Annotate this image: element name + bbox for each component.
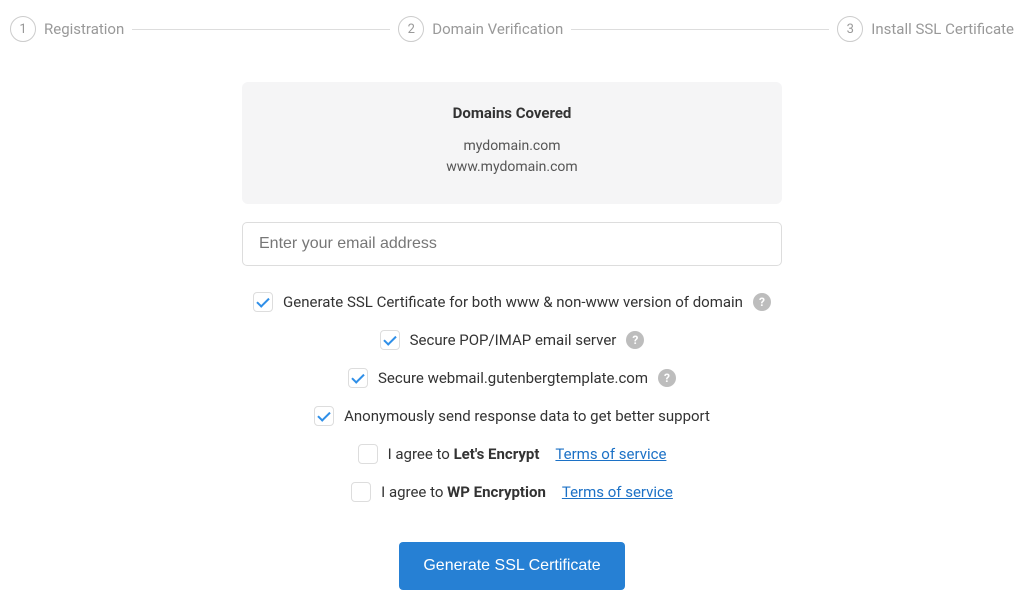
step-label: Install SSL Certificate xyxy=(871,20,1014,38)
checkbox-icon[interactable] xyxy=(351,482,371,502)
option-label: Generate SSL Certificate for both www & … xyxy=(283,293,743,311)
help-icon[interactable]: ? xyxy=(753,293,771,311)
option-label: Secure POP/IMAP email server xyxy=(410,331,617,349)
options-list: Generate SSL Certificate for both www & … xyxy=(242,292,782,502)
option-agree-wpencryption[interactable]: I agree to WP Encryption Terms of servic… xyxy=(351,482,673,502)
step-divider xyxy=(132,29,390,30)
step-number: 1 xyxy=(10,16,36,42)
step-label: Registration xyxy=(44,20,124,38)
domain-item: mydomain.com xyxy=(262,136,762,157)
terms-link-letsencrypt[interactable]: Terms of service xyxy=(555,445,666,463)
stepper: 1 Registration 2 Domain Verification 3 I… xyxy=(0,0,1024,42)
option-label: I agree to WP Encryption xyxy=(381,483,546,501)
step-label: Domain Verification xyxy=(432,20,563,38)
step-install-ssl: 3 Install SSL Certificate xyxy=(837,16,1014,42)
option-pop-imap[interactable]: Secure POP/IMAP email server ? xyxy=(380,330,645,350)
help-icon[interactable]: ? xyxy=(626,331,644,349)
domains-covered-card: Domains Covered mydomain.com www.mydomai… xyxy=(242,82,782,204)
option-label: Secure webmail.gutenbergtemplate.com xyxy=(378,369,648,387)
domain-item: www.mydomain.com xyxy=(262,157,762,178)
option-www-both[interactable]: Generate SSL Certificate for both www & … xyxy=(253,292,771,312)
option-anonymous-data[interactable]: Anonymously send response data to get be… xyxy=(314,406,710,426)
step-number: 2 xyxy=(398,16,424,42)
generate-ssl-button[interactable]: Generate SSL Certificate xyxy=(399,542,624,590)
checkbox-icon[interactable] xyxy=(314,406,334,426)
help-icon[interactable]: ? xyxy=(658,369,676,387)
step-registration: 1 Registration xyxy=(10,16,124,42)
option-webmail[interactable]: Secure webmail.gutenbergtemplate.com ? xyxy=(348,368,676,388)
option-label: I agree to Let's Encrypt xyxy=(388,445,540,463)
checkbox-icon[interactable] xyxy=(348,368,368,388)
email-input[interactable] xyxy=(242,222,782,266)
submit-wrap: Generate SSL Certificate xyxy=(242,542,782,590)
checkbox-icon[interactable] xyxy=(380,330,400,350)
step-domain-verification: 2 Domain Verification xyxy=(398,16,563,42)
terms-link-wpencryption[interactable]: Terms of service xyxy=(562,483,673,501)
checkbox-icon[interactable] xyxy=(358,444,378,464)
option-label: Anonymously send response data to get be… xyxy=(344,407,710,425)
step-divider xyxy=(571,29,829,30)
option-agree-letsencrypt[interactable]: I agree to Let's Encrypt Terms of servic… xyxy=(358,444,667,464)
domains-covered-title: Domains Covered xyxy=(262,104,762,122)
checkbox-icon[interactable] xyxy=(253,292,273,312)
main-content: Domains Covered mydomain.com www.mydomai… xyxy=(242,82,782,590)
step-number: 3 xyxy=(837,16,863,42)
